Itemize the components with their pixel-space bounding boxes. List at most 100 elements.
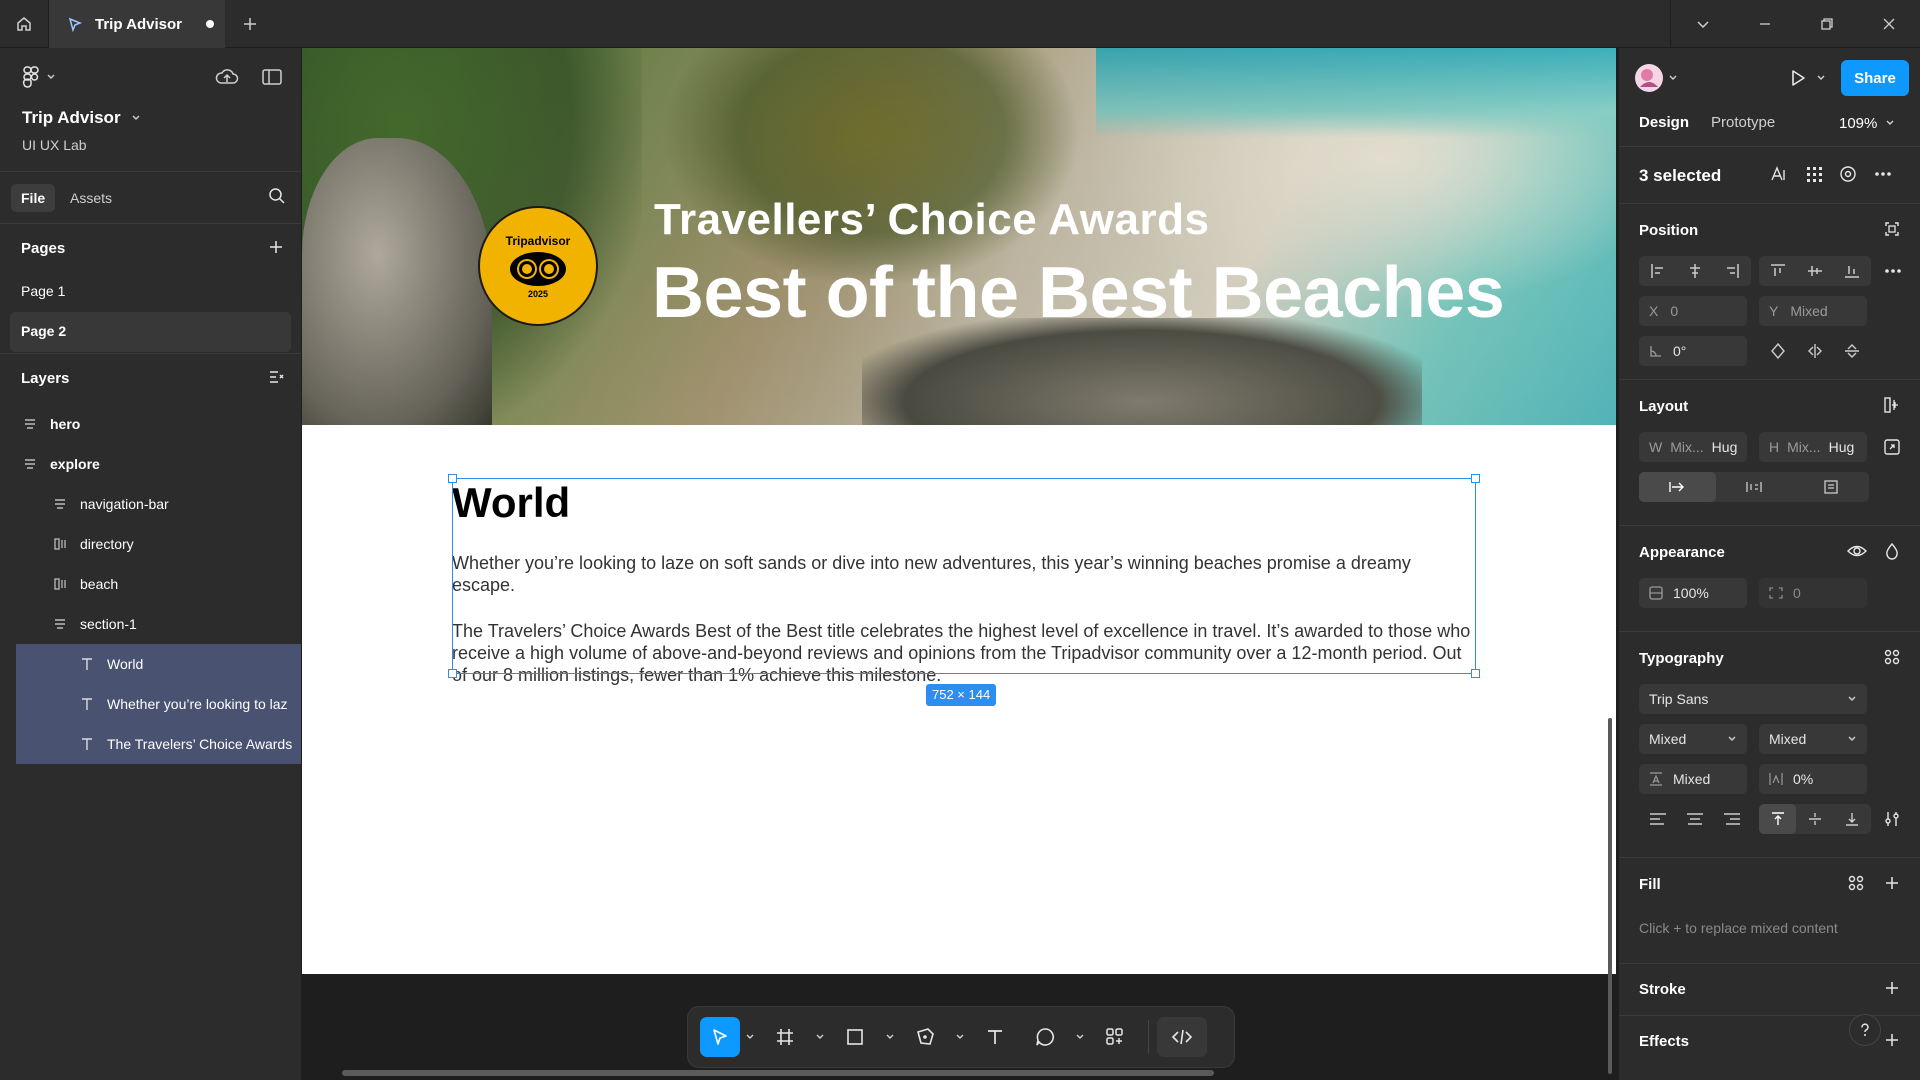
align-middle-button[interactable] [1796,256,1833,286]
page-item[interactable]: Page 1 [10,272,291,312]
text-align-right-button[interactable] [1714,804,1751,834]
section-paragraph[interactable]: Whether you’re looking to laze on soft s… [452,552,1476,596]
add-page-button[interactable] [267,238,285,256]
main-menu-button[interactable] [22,66,56,88]
hero-image[interactable]: Tripadvisor 2025 Travellers’ Choice Awar… [302,48,1616,425]
text-styles-button[interactable] [1883,648,1901,666]
file-name-button[interactable]: Trip Advisor [22,108,141,128]
shape-tool-button[interactable] [830,1017,880,1057]
font-weight-select[interactable]: Mixed [1639,724,1747,754]
sidebar-toggle-icon[interactable] [261,66,283,88]
section-title[interactable]: World [452,480,1476,526]
text-align-bottom-button[interactable] [1834,804,1871,834]
text-align-middle-button[interactable] [1796,804,1833,834]
fixed-size-button[interactable] [1792,472,1869,502]
font-size-select[interactable]: Mixed [1759,724,1867,754]
constrain-proportions-button[interactable] [1883,438,1901,456]
layer-row[interactable]: directory [0,524,301,564]
tool-dropdown[interactable] [950,1017,970,1057]
auto-height-button[interactable] [1716,472,1793,502]
layer-row[interactable]: explore [0,444,301,484]
fill-styles-button[interactable] [1847,874,1865,892]
tool-dropdown[interactable] [880,1017,900,1057]
help-button[interactable] [1849,1014,1881,1046]
font-family-select[interactable]: Trip Sans [1639,684,1867,714]
frame-tool-button[interactable] [760,1017,810,1057]
align-left-button[interactable] [1639,256,1676,286]
horizontal-scrollbar[interactable] [342,1070,1214,1076]
add-effect-button[interactable] [1883,1031,1901,1049]
user-menu-button[interactable] [1633,64,1679,92]
flip-vertical-button[interactable] [1834,336,1871,366]
blend-mode-button[interactable] [1883,542,1901,560]
text-tool-button[interactable] [970,1017,1020,1057]
tab-file[interactable]: File [11,184,56,212]
corner-radius-field[interactable]: 0 [1759,578,1867,608]
align-center-h-button[interactable] [1676,256,1713,286]
align-right-button[interactable] [1714,256,1751,286]
cloud-upload-icon[interactable] [215,66,239,88]
more-options-button[interactable] [1873,165,1893,183]
layer-row-selected[interactable]: Whether you’re looking to laz [16,684,301,724]
layers-options-button[interactable] [267,368,285,386]
tab-assets[interactable]: Assets [60,184,122,212]
comment-tool-button[interactable] [1020,1017,1070,1057]
page-item-active[interactable]: Page 2 [10,312,291,352]
add-stroke-button[interactable] [1883,979,1901,997]
auto-width-button[interactable] [1639,472,1716,502]
x-field[interactable]: X0 [1639,296,1747,326]
search-button[interactable] [267,186,287,206]
restore-button[interactable] [1796,0,1858,48]
move-tool-button[interactable] [700,1017,740,1057]
position-options-button[interactable] [1883,220,1901,238]
rotate-button[interactable] [1759,336,1796,366]
dev-mode-toggle[interactable] [1157,1017,1207,1057]
close-window-button[interactable] [1858,0,1920,48]
pen-tool-button[interactable] [900,1017,950,1057]
vertical-scrollbar[interactable] [1608,718,1612,1074]
tool-dropdown[interactable] [810,1017,830,1057]
tool-dropdown[interactable] [740,1017,760,1057]
visibility-toggle[interactable] [1847,542,1867,560]
zoom-dropdown[interactable]: 109% [1839,112,1895,134]
layer-row[interactable]: navigation-bar [0,484,301,524]
canvas[interactable]: Tripadvisor 2025 Travellers’ Choice Awar… [302,48,1618,1080]
layer-row[interactable]: hero [0,404,301,444]
type-settings-button[interactable] [1883,810,1901,828]
letter-spacing-field[interactable]: 0% [1759,764,1867,794]
layer-row[interactable]: section-1 [0,604,301,644]
tab-prototype[interactable]: Prototype [1711,114,1775,131]
width-field[interactable]: W Mix... Hug [1639,432,1747,462]
tool-dropdown[interactable] [1070,1017,1090,1057]
file-tab[interactable]: Trip Advisor [49,0,225,48]
line-height-field[interactable]: Mixed [1639,764,1747,794]
text-align-left-button[interactable] [1639,804,1676,834]
distribute-options-button[interactable] [1883,262,1903,280]
add-fill-button[interactable] [1883,874,1901,892]
home-button[interactable] [0,0,49,48]
component-button[interactable] [1839,165,1857,183]
tabs-dropdown-button[interactable] [1672,0,1734,48]
section-paragraph[interactable]: The Travelers’ Choice Awards Best of the… [452,620,1476,686]
align-top-button[interactable] [1759,256,1796,286]
tab-design[interactable]: Design [1639,114,1689,131]
layer-row-selected[interactable]: World [16,644,301,684]
layer-row[interactable]: beach [0,564,301,604]
actions-tool-button[interactable] [1090,1017,1140,1057]
opacity-field[interactable]: 100% [1639,578,1747,608]
text-align-center-button[interactable] [1676,804,1713,834]
present-button[interactable] [1783,66,1831,90]
share-button[interactable]: Share [1841,60,1909,96]
flip-horizontal-button[interactable] [1796,336,1833,366]
text-align-top-button[interactable] [1759,804,1797,834]
y-field[interactable]: Y Mixed [1759,296,1867,326]
rotation-field[interactable]: 0° [1639,336,1747,366]
typography-sync-button[interactable] [1769,165,1789,183]
grid-button[interactable] [1805,165,1823,183]
new-tab-button[interactable] [238,12,262,36]
layer-row-selected[interactable]: The Travelers’ Choice Awards [16,724,301,764]
layout-options-button[interactable] [1883,396,1901,414]
minimize-button[interactable] [1734,0,1796,48]
design-frame[interactable]: Tripadvisor 2025 Travellers’ Choice Awar… [302,48,1616,974]
align-bottom-button[interactable] [1834,256,1871,286]
